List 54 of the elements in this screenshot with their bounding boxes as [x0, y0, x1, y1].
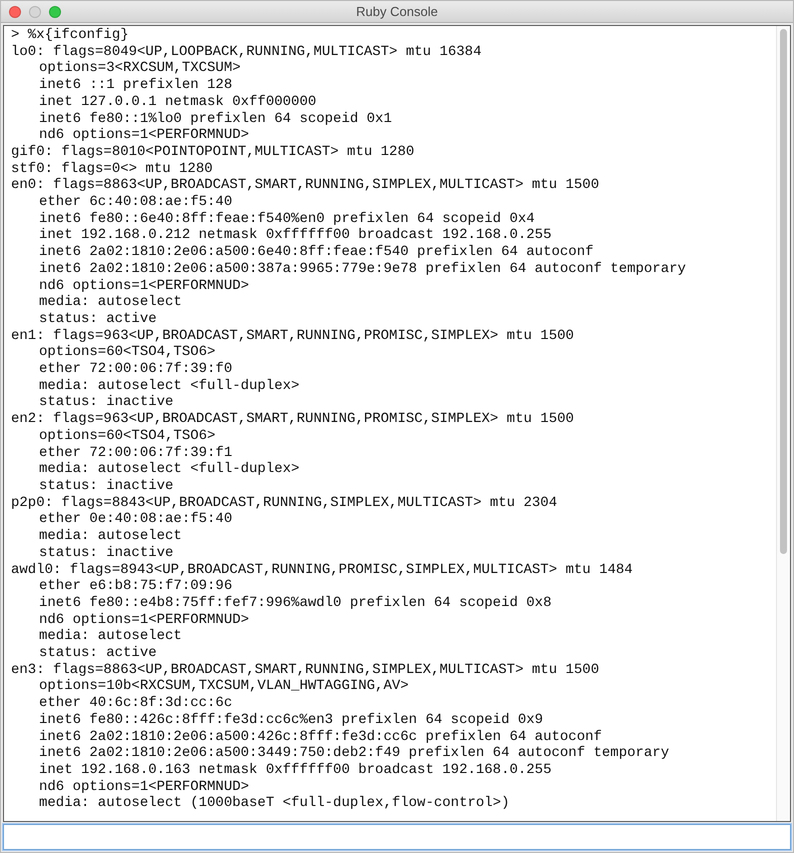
output-line: inet6 fe80::e4b8:75ff:fef7:996%awdl0 prefixlen 64 scopeid 0x8 — [39, 594, 552, 611]
output-line: lo0: flags=8049<UP,LOOPBACK,RUNNING,MULTICAST> mtu 16384 — [11, 44, 482, 60]
output-line: ether 72:00:06:7f:39:f0 — [39, 361, 232, 378]
output-line: gif0: flags=8010<POINTOPOINT,MULTICAST> mtu 1280 — [11, 144, 414, 160]
command-input-field[interactable] — [3, 824, 791, 850]
command-line: > %x{ifconfig} — [11, 27, 129, 43]
output-line: media: autoselect <full-duplex> — [39, 378, 300, 394]
output-line: inet6 2a02:1810:2e06:a500:387a:9965:779e:9e78 prefixlen 64 autoconf temporary — [39, 260, 686, 277]
output-line: inet6 2a02:1810:2e06:a500:6e40:8ff:feae:f540 prefixlen 64 autoconf — [39, 244, 594, 260]
output-line: media: autoselect — [39, 628, 182, 644]
output-line: nd6 options=1<PERFORMNUD> — [39, 127, 250, 144]
output-line: inet 127.0.0.1 netmask 0xff000000 — [39, 94, 316, 110]
output-line: ether 72:00:06:7f:39:f1 — [39, 444, 232, 461]
output-line: inet6 2a02:1810:2e06:a500:426c:8fff:fe3d:cc6c prefixlen 64 autoconf — [39, 728, 602, 745]
output-line: en1: flags=963<UP,BROADCAST,SMART,RUNNING,PROMISC,SIMPLEX> mtu 1500 — [11, 328, 574, 344]
output-line: media: autoselect — [39, 528, 182, 544]
minimize-button[interactable] — [29, 6, 41, 18]
output-line: inet 192.168.0.163 netmask 0xffffff00 broadcast 192.168.0.255 — [39, 762, 552, 778]
output-line: inet6 fe80::6e40:8ff:feae:f540%en0 prefixlen 64 scopeid 0x4 — [39, 210, 535, 227]
output-line: ether 40:6c:8f:3d:cc:6c — [39, 695, 232, 712]
output-line: inet6 ::1 prefixlen 128 — [39, 77, 232, 94]
output-line: inet6 fe80::1%lo0 prefixlen 64 scopeid 0x1 — [39, 110, 392, 127]
output-line: status: inactive — [39, 478, 174, 494]
output-line: status: inactive — [39, 394, 174, 410]
output-line: options=10b<RXCSUM,TXCSUM,VLAN_HWTAGGING,AV> — [39, 678, 409, 694]
output-line: nd6 options=1<PERFORMNUD> — [39, 278, 250, 294]
output-line: awdl0: flags=8943<UP,BROADCAST,RUNNING,PROMISC,SIMPLEX,MULTICAST> mtu 1484 — [11, 562, 633, 578]
output-line: options=60<TSO4,TSO6> — [39, 344, 216, 360]
output-line: nd6 options=1<PERFORMNUD> — [39, 778, 250, 795]
output-line: nd6 options=1<PERFORMNUD> — [39, 612, 250, 628]
output-line: media: autoselect — [39, 294, 182, 310]
output-line: options=60<TSO4,TSO6> — [39, 428, 216, 444]
output-line: media: autoselect <full-duplex> — [39, 461, 300, 478]
zoom-button[interactable] — [49, 6, 61, 18]
output-line: inet6 fe80::426c:8fff:fe3d:cc6c%en3 prefixlen 64 scopeid 0x9 — [39, 712, 544, 728]
output-line: en0: flags=8863<UP,BROADCAST,SMART,RUNNING,SIMPLEX,MULTICAST> mtu 1500 — [11, 177, 600, 194]
output-line: en3: flags=8863<UP,BROADCAST,SMART,RUNNING,SIMPLEX,MULTICAST> mtu 1500 — [11, 662, 600, 678]
scrollbar[interactable] — [776, 26, 790, 821]
output-line: ether 0e:40:08:ae:f5:40 — [39, 511, 232, 528]
output-line: inet6 2a02:1810:2e06:a500:3449:750:deb2:f49 prefixlen 64 autoconf temporary — [39, 745, 670, 762]
output-line: ether 6c:40:08:ae:f5:40 — [39, 194, 232, 210]
output-line: stf0: flags=0<> mtu 1280 — [11, 160, 213, 177]
output-line: inet 192.168.0.212 netmask 0xffffff00 broadcast 192.168.0.255 — [39, 227, 552, 244]
output-line: en2: flags=963<UP,BROADCAST,SMART,RUNNING,PROMISC,SIMPLEX> mtu 1500 — [11, 411, 574, 428]
scroll-thumb[interactable] — [780, 29, 787, 554]
output-line: status: inactive — [39, 544, 174, 561]
output-line: media: autoselect (1000baseT <full-duplex,flow-control>) — [39, 795, 510, 812]
output-line: ether e6:b8:75:f7:09:96 — [39, 578, 232, 594]
window-title: Ruby Console — [356, 4, 438, 19]
output-line: p2p0: flags=8843<UP,BROADCAST,RUNNING,SIMPLEX,MULTICAST> mtu 2304 — [11, 494, 558, 511]
output-line: status: active — [39, 645, 157, 662]
output-line: status: active — [39, 310, 157, 327]
output-line: options=3<RXCSUM,TXCSUM> — [39, 60, 241, 76]
close-button[interactable] — [9, 6, 21, 18]
